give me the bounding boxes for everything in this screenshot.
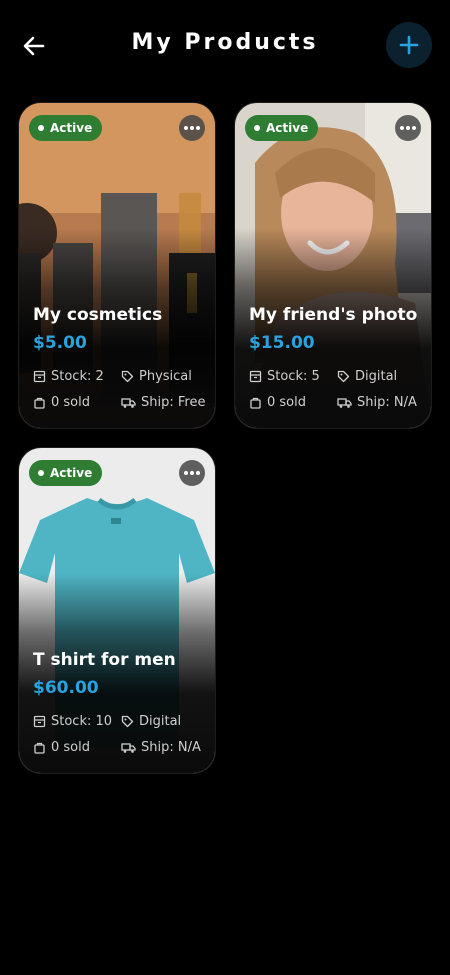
ship-label: Ship: N/A <box>357 395 417 410</box>
meta-row: 0 sold Ship: N/A <box>249 395 425 410</box>
status-dot-icon <box>38 125 44 131</box>
product-price: $5.00 <box>33 333 87 353</box>
meta-row: Stock: 2 Physical <box>33 369 209 384</box>
product-card[interactable]: Active My friend's photo $15.00 Stock: 5… <box>235 103 431 428</box>
type-label: Digital <box>355 369 398 384</box>
tag-icon <box>121 715 134 728</box>
status-label: Active <box>50 121 93 135</box>
bag-icon <box>34 742 45 754</box>
sold-label: 0 sold <box>267 395 306 410</box>
product-info: My cosmetics $5.00 <box>33 305 205 353</box>
sold-label: 0 sold <box>51 740 90 755</box>
stock-label: Stock: 2 <box>51 369 104 384</box>
box-icon <box>33 715 46 728</box>
box-icon <box>249 370 262 383</box>
tag-icon <box>337 370 350 383</box>
status-badge: Active <box>245 115 319 141</box>
truck-icon <box>337 398 352 408</box>
status-badge: Active <box>29 115 103 141</box>
bag-icon <box>34 397 45 409</box>
product-price: $15.00 <box>249 333 315 353</box>
add-product-button[interactable] <box>386 22 432 68</box>
type-label: Physical <box>139 369 192 384</box>
product-name: My friend's photo <box>249 305 418 325</box>
ship-label: Ship: N/A <box>141 740 201 755</box>
stock-label: Stock: 5 <box>267 369 320 384</box>
product-name: My cosmetics <box>33 305 163 325</box>
plus-icon <box>399 35 419 55</box>
bag-icon <box>250 397 261 409</box>
sold-label: 0 sold <box>51 395 90 410</box>
product-price: $60.00 <box>33 678 99 698</box>
type-label: Digital <box>139 714 182 729</box>
product-name: T shirt for men <box>33 650 176 670</box>
status-dot-icon <box>38 470 44 476</box>
tag-icon <box>121 370 134 383</box>
product-card[interactable]: Active T shirt for men $60.00 Stock: 10 … <box>19 448 215 773</box>
meta-row: 0 sold Ship: Free <box>33 395 209 410</box>
more-options-button[interactable] <box>179 115 205 141</box>
status-badge: Active <box>29 460 103 486</box>
product-card[interactable]: Active My cosmetics $5.00 Stock: 2 Physi… <box>19 103 215 428</box>
truck-icon <box>121 743 136 753</box>
status-label: Active <box>50 466 93 480</box>
product-info: T shirt for men $60.00 <box>33 650 205 698</box>
more-options-button[interactable] <box>179 460 205 486</box>
page-title: My Products <box>131 30 319 55</box>
meta-row: Stock: 5 Digital <box>249 369 425 384</box>
meta-row: 0 sold Ship: N/A <box>33 740 209 755</box>
product-info: My friend's photo $15.00 <box>249 305 421 353</box>
truck-icon <box>121 398 136 408</box>
status-label: Active <box>266 121 309 135</box>
meta-row: Stock: 10 Digital <box>33 714 209 729</box>
status-dot-icon <box>254 125 260 131</box>
more-options-button[interactable] <box>395 115 421 141</box>
stock-label: Stock: 10 <box>51 714 113 729</box>
box-icon <box>33 370 46 383</box>
ship-label: Ship: Free <box>141 395 206 410</box>
app-header: My Products <box>0 0 450 92</box>
